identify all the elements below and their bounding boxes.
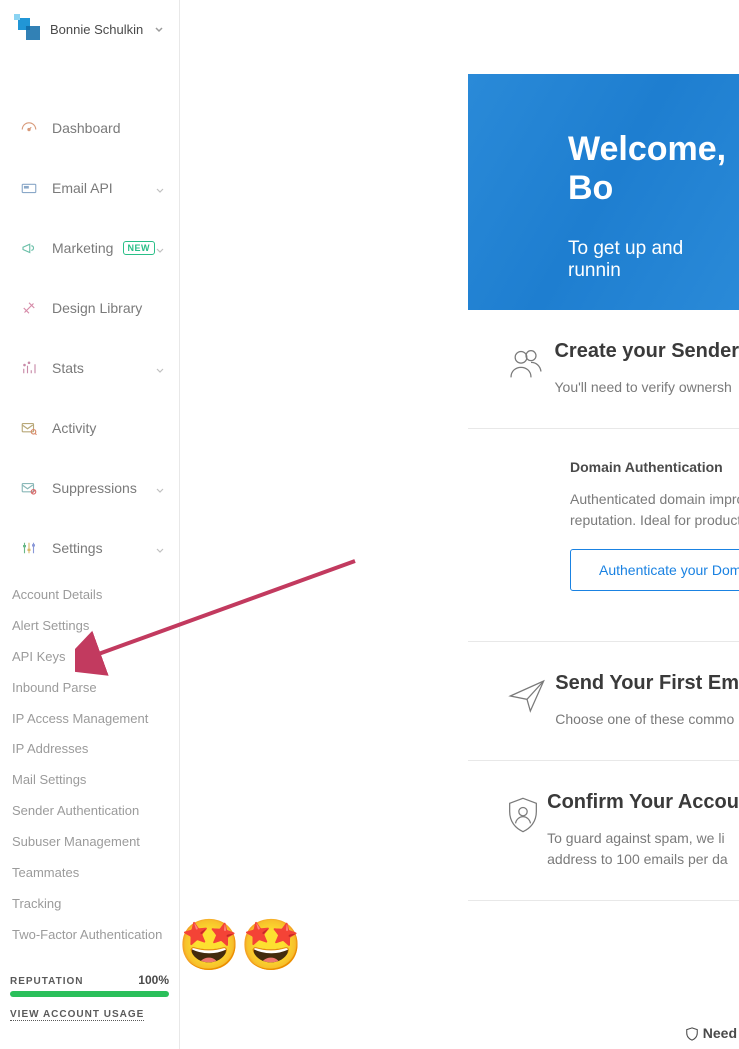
settings-sub-api-keys[interactable]: API Keys: [12, 642, 167, 673]
nav-activity[interactable]: Activity: [0, 398, 179, 458]
settings-sub-ip-addresses[interactable]: IP Addresses: [12, 734, 167, 765]
mail-blocked-icon: [18, 477, 40, 499]
settings-sub-mail-settings[interactable]: Mail Settings: [12, 765, 167, 796]
nav-label: Design Library: [52, 300, 167, 316]
shield-user-icon: [498, 791, 547, 870]
nav-design-library[interactable]: Design Library: [0, 278, 179, 338]
nav-suppressions[interactable]: Suppressions: [0, 458, 179, 518]
gauge-icon: [18, 117, 40, 139]
chevron-down-icon: [155, 542, 167, 554]
settings-sub-account-details[interactable]: Account Details: [12, 580, 167, 611]
megaphone-icon: [18, 237, 40, 259]
reputation-value: 100%: [138, 973, 169, 987]
nav-label: Email API: [52, 180, 155, 196]
send-email-card: Send Your First Em Choose one of these c…: [468, 642, 739, 761]
main-nav: Dashboard Email API Marketing NEW Design…: [0, 58, 179, 961]
authenticate-domain-button[interactable]: Authenticate your Dom: [570, 549, 739, 591]
settings-sub-ip-access-management[interactable]: IP Access Management: [12, 704, 167, 735]
shield-icon: [685, 1027, 699, 1041]
settings-sub-inbound-parse[interactable]: Inbound Parse: [12, 673, 167, 704]
nav-marketing[interactable]: Marketing NEW: [0, 218, 179, 278]
user-name: Bonnie Schulkin: [50, 22, 153, 37]
nav-settings[interactable]: Settings: [0, 518, 179, 578]
card-title: Confirm Your Accou: [547, 791, 739, 814]
card-subtitle: Choose one of these commo: [555, 709, 739, 730]
card-title: Domain Authentication: [570, 459, 739, 475]
create-sender-card: Create your Sender You'll need to verify…: [468, 310, 739, 429]
main-content: Welcome, Bo To get up and runnin Create …: [468, 74, 739, 901]
nav-label: Stats: [52, 360, 155, 376]
settings-sub-tracking[interactable]: Tracking: [12, 889, 167, 920]
chart-icon: [18, 357, 40, 379]
nav-dashboard[interactable]: Dashboard: [0, 98, 179, 158]
nav-label: Settings: [52, 540, 155, 556]
starry-eyes-emoji: 🤩🤩: [178, 920, 303, 970]
paper-plane-icon: [498, 672, 555, 730]
reputation-label: REPUTATION: [10, 976, 84, 987]
settings-sub-two-factor-authentication[interactable]: Two-Factor Authentication: [12, 920, 167, 951]
reputation-bar: [10, 991, 169, 997]
settings-submenu: Account DetailsAlert SettingsAPI KeysInb…: [0, 578, 179, 961]
chevron-down-icon: [155, 242, 167, 254]
view-usage-link[interactable]: VIEW ACCOUNT USAGE: [10, 1009, 144, 1021]
card-icon: [18, 177, 40, 199]
logo-icon: [18, 18, 40, 40]
card-body-text: Authenticated domain impro reputation. I…: [570, 489, 739, 531]
settings-sub-teammates[interactable]: Teammates: [12, 858, 167, 889]
chevron-down-icon: [155, 362, 167, 374]
card-subtitle: You'll need to verify ownersh: [554, 377, 739, 398]
ruler-icon: [18, 297, 40, 319]
nav-label: Activity: [52, 420, 167, 436]
welcome-hero: Welcome, Bo To get up and runnin: [468, 74, 739, 310]
footer-need-help[interactable]: Need: [685, 1025, 737, 1041]
settings-sub-subuser-management[interactable]: Subuser Management: [12, 827, 167, 858]
chevron-down-icon: [153, 22, 167, 36]
nav-label: Marketing: [52, 240, 117, 256]
nav-stats[interactable]: Stats: [0, 338, 179, 398]
hero-title: Welcome, Bo: [568, 130, 739, 208]
nav-email-api[interactable]: Email API: [0, 158, 179, 218]
account-switcher[interactable]: Bonnie Schulkin: [0, 0, 179, 58]
reputation-block: REPUTATION 100%: [10, 973, 169, 997]
hero-subtitle: To get up and runnin: [568, 238, 739, 282]
domain-auth-card: Domain Authentication Authenticated doma…: [468, 429, 739, 642]
confirm-account-card: Confirm Your Accou To guard against spam…: [468, 761, 739, 901]
chevron-down-icon: [155, 182, 167, 194]
sliders-icon: [18, 537, 40, 559]
sidebar: Bonnie Schulkin Dashboard Email API Mark…: [0, 0, 180, 1049]
chevron-down-icon: [155, 482, 167, 494]
settings-sub-sender-authentication[interactable]: Sender Authentication: [12, 796, 167, 827]
new-badge: NEW: [123, 241, 156, 255]
nav-label: Suppressions: [52, 480, 155, 496]
nav-label: Dashboard: [52, 120, 167, 136]
mail-search-icon: [18, 417, 40, 439]
card-title: Send Your First Em: [555, 672, 739, 695]
people-icon: [498, 340, 554, 398]
card-title: Create your Sender: [554, 340, 739, 363]
card-subtitle: To guard against spam, we li address to …: [547, 828, 739, 870]
settings-sub-alert-settings[interactable]: Alert Settings: [12, 611, 167, 642]
